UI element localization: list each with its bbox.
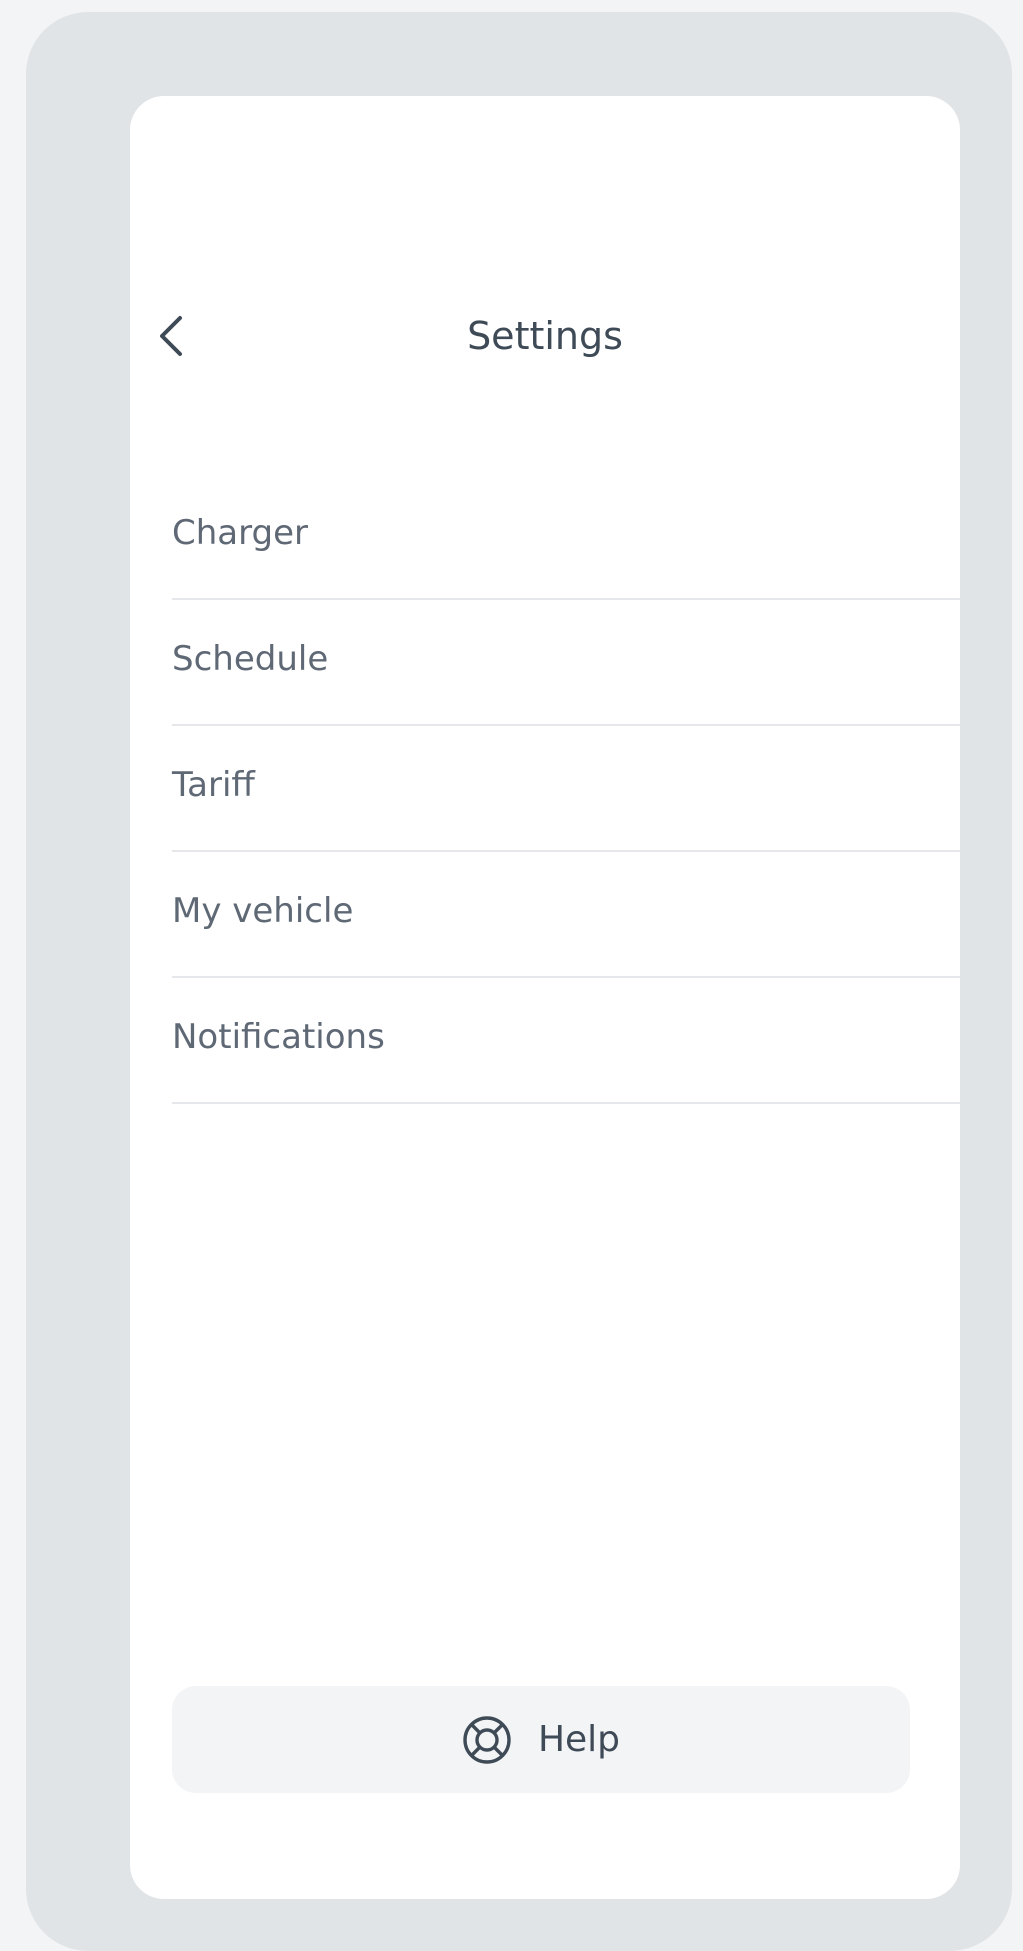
menu-item-label: My vehicle	[172, 891, 354, 931]
lifebuoy-icon	[462, 1715, 512, 1765]
menu-item-my-vehicle[interactable]: My vehicle	[172, 852, 960, 978]
help-label: Help	[537, 1719, 621, 1760]
chevron-left-icon	[160, 316, 182, 356]
settings-menu: Charger Schedule Tariff My vehicle Notif…	[172, 474, 960, 1104]
page-title: Settings	[467, 314, 623, 358]
help-button[interactable]: Help	[172, 1686, 910, 1793]
menu-item-label: Charger	[172, 513, 308, 553]
menu-item-charger[interactable]: Charger	[172, 474, 960, 600]
menu-item-schedule[interactable]: Schedule	[172, 600, 960, 726]
menu-item-label: Tariff	[172, 765, 255, 805]
header: Settings	[130, 286, 960, 386]
settings-screen: Settings Charger Schedule Tariff My vehi…	[130, 96, 960, 1899]
menu-item-label: Notifications	[172, 1017, 385, 1057]
menu-item-label: Schedule	[172, 639, 329, 679]
back-button[interactable]	[146, 311, 196, 361]
menu-item-notifications[interactable]: Notifications	[172, 978, 960, 1104]
device-frame: Settings Charger Schedule Tariff My vehi…	[26, 12, 1012, 1951]
menu-item-tariff[interactable]: Tariff	[172, 726, 960, 852]
